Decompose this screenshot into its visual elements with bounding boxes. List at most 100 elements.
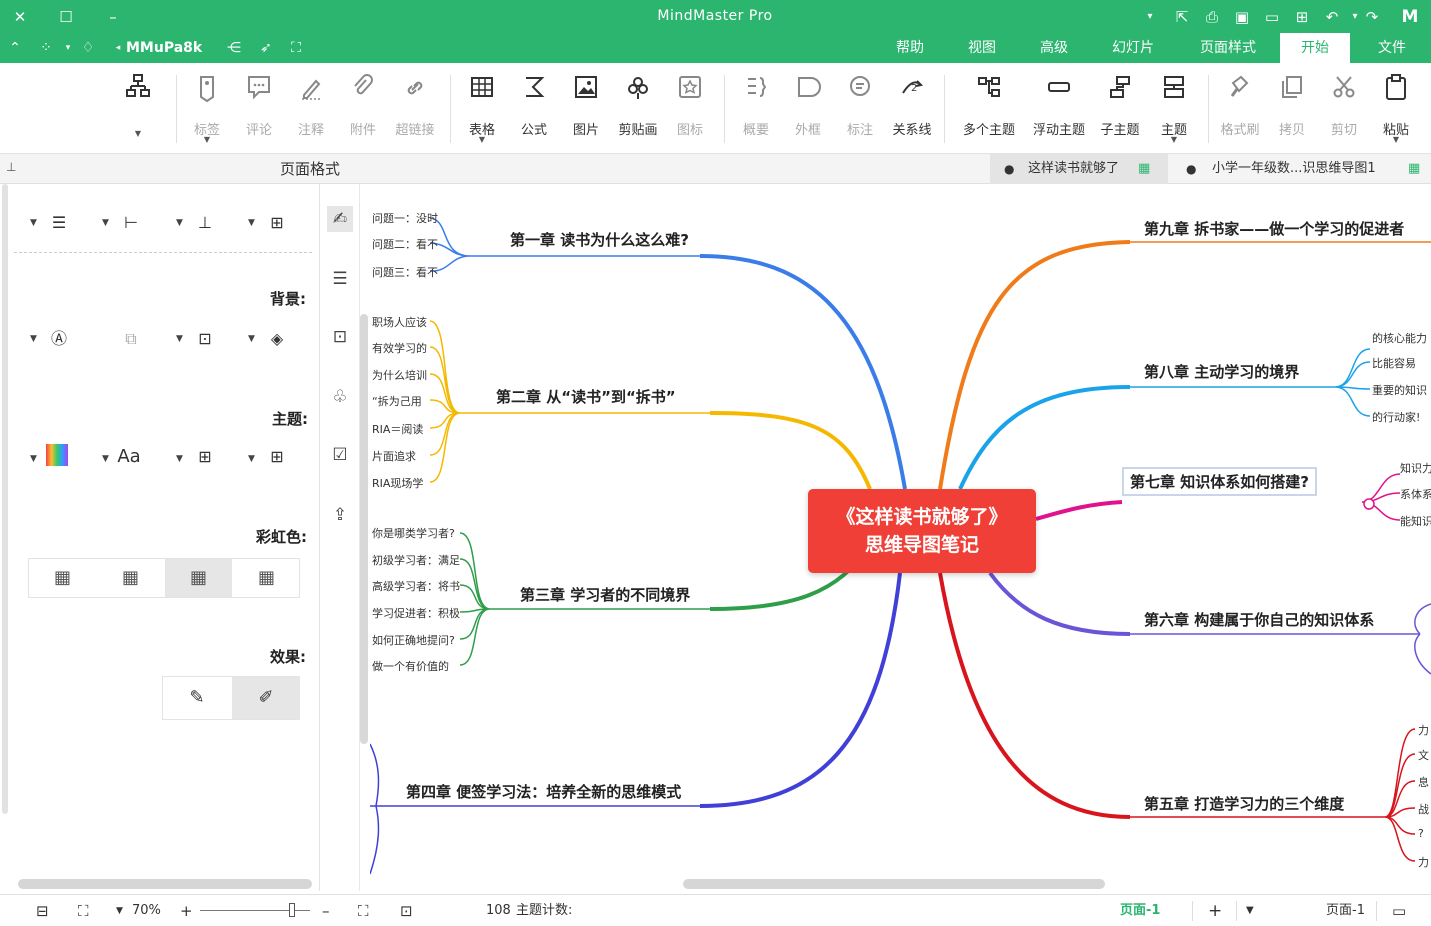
text-box-icon[interactable]: Ⓐ [46,326,72,352]
document-tab-active[interactable]: ● 这样读书就够了 ▦ [990,154,1168,184]
format-brush-icon[interactable]: ✍ [327,206,353,232]
relation-button[interactable]: 2 关系线 [888,73,936,145]
summary-button[interactable]: 概要 [732,73,780,145]
theme-grid-icon[interactable]: ⊞ [264,444,290,470]
tab-help[interactable]: 帮助 [880,33,940,63]
fill-bucket-icon[interactable]: ◈ [264,326,290,352]
zoom-dropdown-icon[interactable]: ▼ [116,901,123,921]
theme-icon[interactable]: ⌃ [4,39,26,57]
save-icon[interactable]: ▣ [1232,8,1252,26]
floating-topic-button[interactable]: 浮动主题 [1028,73,1090,145]
cursor-icon[interactable]: ➶ [256,39,276,57]
close-dot-icon[interactable]: ● [1004,154,1014,184]
page-panel-icon[interactable]: ▭ [1392,901,1406,921]
structure-icon[interactable]: ⊥ [192,210,218,236]
paste-button[interactable]: 粘贴 ▼ [1372,73,1420,145]
subtopic[interactable]: 系体系 [1400,486,1431,502]
note-button[interactable]: 注释 [287,73,335,145]
chevron-down-icon[interactable]: ▼ [176,454,183,464]
marker-effect-icon[interactable]: ✐ [232,677,300,719]
maximize-icon[interactable]: ☐ [56,8,76,26]
connector-icon[interactable]: ⊢ [118,210,144,236]
topic-button[interactable]: 主题 ▼ [1150,73,1198,145]
watermark-icon[interactable]: ⧉ [118,326,144,352]
chevron-down-icon[interactable]: ▼ [30,454,37,464]
tab-view[interactable]: 视图 [952,33,1012,63]
main-topic-8[interactable]: 第八章 主动学习的境界 [1144,361,1299,382]
subtopic[interactable]: 知识力 [1400,460,1431,476]
subtopic[interactable]: 做一个有价值的 [372,658,449,674]
subtopic[interactable]: 力 [1418,854,1429,870]
hyperlink-button[interactable]: 超链接 [391,73,439,145]
zoom-out-icon[interactable]: – [322,901,330,921]
subtopic[interactable]: 息 [1418,774,1429,790]
rainbow-option-3[interactable]: ▦ [165,559,232,597]
clipart-library-icon[interactable]: ♧ [327,384,353,410]
subtopic[interactable]: 比能容易 [1372,355,1416,371]
chevron-down-icon[interactable]: ▼ [102,454,109,464]
cut-button[interactable]: 剪切 [1320,73,1368,145]
tab-page-style[interactable]: 页面样式 [1186,33,1270,63]
subtopic[interactable]: 问题二：看不 [372,236,438,252]
export-panel-icon[interactable]: ⇪ [327,502,353,528]
picture-button[interactable]: 图片 [562,73,610,145]
redo-icon[interactable]: ↷ [1362,8,1382,26]
subtopic[interactable]: 为什么培训 [372,367,427,383]
tab-slides[interactable]: 幻灯片 [1100,33,1166,63]
canvas-horizontal-scrollbar[interactable] [683,879,1105,889]
subtopic[interactable]: 的核心能力 [1372,330,1427,346]
clipart-button[interactable]: 剪贴画 [614,73,662,145]
copy-button[interactable]: 拷贝 [1268,73,1316,145]
background-image-icon[interactable]: ⊡ [192,326,218,352]
main-topic-2[interactable]: 第二章 从“读书”到“拆书” [496,386,676,407]
rainbow-option-4[interactable]: ▦ [233,559,300,597]
comment-button[interactable]: 评论 [235,73,283,145]
main-topic-5[interactable]: 第五章 打造学习力的三个维度 [1144,793,1344,814]
fullscreen-icon[interactable]: ⛶ [358,901,369,921]
chevron-down-icon[interactable]: ▼ [176,334,183,344]
hand-drawn-effect-icon[interactable]: ✎ [163,677,231,719]
subtopic[interactable]: 问题三：看不 [372,264,438,280]
zoom-slider-handle[interactable] [289,903,295,917]
close-icon[interactable]: ✕ [10,8,30,26]
theme-layout-icon[interactable]: ⊞ [192,444,218,470]
dropdown-icon[interactable]: ◂ [112,39,124,57]
subtopic-button[interactable]: 子主题 [1096,73,1144,145]
format-painter-button[interactable]: 格式刷 [1216,73,1264,145]
subtopic[interactable]: 如何正确地提问? [372,632,455,648]
subtopic[interactable]: 你是哪类学习者? [372,525,455,541]
main-topic-6[interactable]: 第六章 构建属于你自己的知识体系 [1144,609,1374,630]
subtopic[interactable]: 问题一：没时 [372,210,438,226]
subtopic[interactable]: “拆为己用 [372,393,422,409]
outline-icon[interactable]: ☰ [327,266,353,292]
subtopic[interactable]: RIA＝阅读 [372,421,423,437]
export-icon[interactable]: ⇱ [1172,8,1192,26]
active-page-tab[interactable]: 页面-1 [1120,901,1160,921]
chevron-down-icon[interactable]: ▼ [248,218,255,228]
collapse-panel-icon[interactable]: ⊟ [36,901,56,921]
shirt-icon[interactable]: ♢ [78,39,98,57]
new-icon[interactable]: ⊞ [1292,8,1312,26]
tab-start[interactable]: 开始 [1280,33,1350,63]
share-icon[interactable]: ⋲ [224,39,244,57]
subtopic[interactable]: 力 [1418,722,1429,738]
color-palette-icon[interactable] [46,444,68,466]
main-topic-1[interactable]: 第一章 读书为什么这么难? [510,229,689,250]
user-label[interactable]: MMuPa8k [126,39,210,57]
subtopic[interactable]: ? [1418,827,1424,840]
tab-advanced[interactable]: 高级 [1024,33,1084,63]
document-tab[interactable]: ● 小学一年级数...识思维导图1 ▦ [1176,154,1426,184]
panel-scrollbar[interactable] [2,184,8,814]
print-icon[interactable]: ⎙ [1202,8,1222,26]
panel-horizontal-scrollbar[interactable] [18,879,312,889]
grid-icon[interactable]: ⊞ [264,210,290,236]
apps-icon[interactable]: ⁘ [36,39,56,57]
dropdown-icon[interactable]: ▾ [62,39,74,57]
close-dot-icon[interactable]: ● [1186,154,1196,184]
rainbow-option-2[interactable]: ▦ [97,559,164,597]
chevron-down-icon[interactable]: ▼ [30,334,37,344]
minimize-icon[interactable]: – [103,8,123,26]
attachment-button[interactable]: 附件 [339,73,387,145]
add-page-icon[interactable]: + [1208,901,1222,921]
subtopic[interactable]: 文 [1418,747,1429,763]
